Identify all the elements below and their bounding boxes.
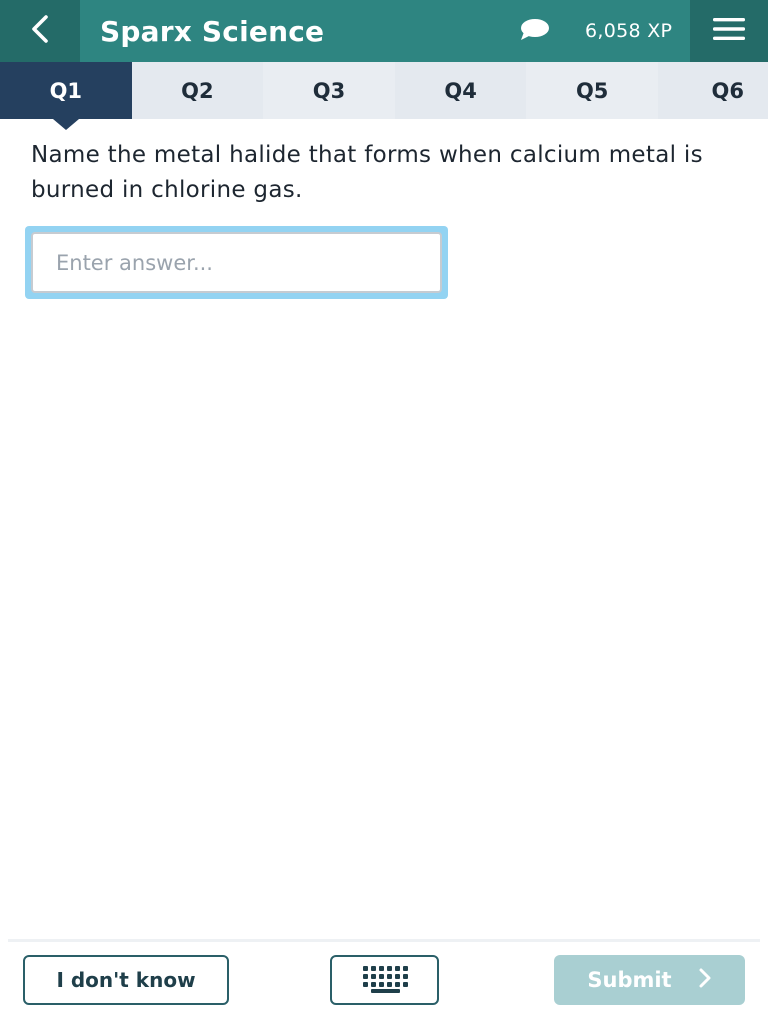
tab-q3[interactable]: Q3 [263, 62, 395, 119]
answer-input[interactable] [31, 232, 442, 293]
answer-focus-ring [25, 226, 448, 299]
question-text: Name the metal halide that forms when ca… [31, 142, 703, 203]
tab-q4[interactable]: Q4 [395, 62, 527, 119]
chevron-left-icon [29, 14, 51, 48]
chat-button[interactable] [516, 17, 552, 47]
xp-counter: 6,058 XP [585, 20, 673, 42]
keypad-button[interactable] [330, 955, 439, 1005]
footer-divider [8, 939, 760, 942]
dont-know-button[interactable]: I don't know [23, 955, 229, 1005]
hamburger-menu-icon [712, 16, 746, 46]
chevron-right-icon [698, 967, 712, 994]
speech-bubble-icon [518, 17, 550, 47]
tab-q1[interactable]: Q1 [0, 62, 132, 130]
keypad-icon [360, 962, 410, 998]
tab-q2[interactable]: Q2 [132, 62, 264, 119]
tab-q5[interactable]: Q5 [526, 62, 658, 119]
back-button[interactable] [0, 0, 80, 62]
app-title: Sparx Science [100, 14, 325, 48]
question-tabs: Q1 Q2 Q3 Q4 Q5 Q6 [0, 62, 768, 130]
submit-label: Submit [587, 968, 672, 992]
submit-button[interactable]: Submit [554, 955, 745, 1005]
app-header: Sparx Science 6,058 XP [0, 0, 768, 62]
tab-q6[interactable]: Q6 [658, 62, 768, 119]
menu-button[interactable] [690, 0, 768, 62]
